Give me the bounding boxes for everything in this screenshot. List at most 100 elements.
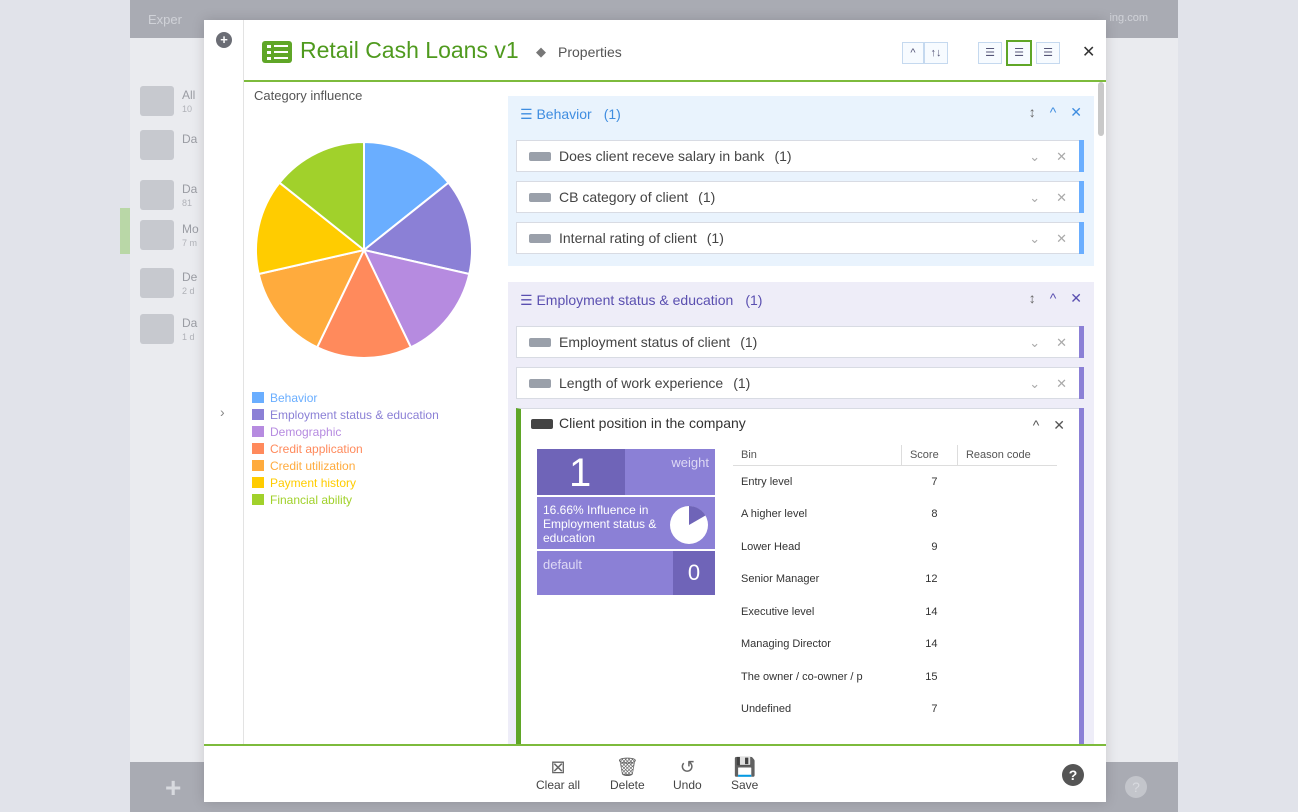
column-header-score[interactable]: Score: [900, 445, 958, 466]
reason-code-cell: [957, 661, 1057, 694]
legend-label: Demographic: [270, 425, 342, 439]
category-color-bar: [1079, 181, 1084, 213]
expand-icon[interactable]: ⌄: [1029, 376, 1040, 391]
background-right-text: ing.com: [1109, 12, 1148, 24]
category-panel-behavior: ☰ Behavior (1) ↕ ^ ✕ Does client receve sal…: [508, 96, 1094, 266]
remove-icon[interactable]: ✕: [1056, 231, 1067, 246]
background-nav-sub: 2 d: [182, 286, 195, 296]
legend-label: Financial ability: [270, 493, 353, 507]
characteristic-controls: ⌄ ✕: [1013, 231, 1067, 247]
score-cell: 7: [931, 703, 938, 716]
background-nav-title: De: [182, 270, 198, 284]
characteristic-row[interactable]: Employment status of client (1) ⌄ ✕: [516, 326, 1084, 358]
remove-icon[interactable]: ✕: [1070, 104, 1082, 120]
save-button[interactable]: 💾 Save: [731, 756, 758, 792]
expand-panel-icon[interactable]: ›: [220, 404, 225, 420]
characteristic-controls: ⌄ ✕: [1013, 376, 1067, 392]
remove-icon[interactable]: ✕: [1056, 335, 1067, 350]
category-header-employment[interactable]: ☰ Employment status & education (1): [520, 292, 762, 309]
collapse-icon[interactable]: ^: [1050, 290, 1057, 306]
expand-icon[interactable]: ⌄: [1029, 231, 1040, 246]
table-row[interactable]: Entry level 7: [733, 466, 1057, 499]
legend-label: Employment status & education: [270, 408, 439, 422]
characteristic-row[interactable]: Does client receve salary in bank (1) ⌄ ✕: [516, 140, 1084, 172]
column-header-reason-code[interactable]: Reason code: [956, 445, 1057, 466]
clear-all-label: Clear all: [536, 778, 581, 792]
score-cell: 8: [931, 508, 938, 521]
undo-button[interactable]: ↺ Undo: [673, 756, 702, 792]
view-compact-button[interactable]: ☰: [978, 42, 1002, 64]
resize-icon[interactable]: ↕: [1029, 290, 1036, 306]
table-row[interactable]: Senior Manager 12: [733, 563, 1057, 596]
background-help-icon: ?: [1125, 776, 1147, 798]
legend-item-financial-ability: Financial ability: [252, 494, 439, 511]
column-header-bin[interactable]: Bin: [733, 445, 902, 466]
delete-button[interactable]: 🗑 Delete: [610, 756, 645, 792]
remove-icon[interactable]: ✕: [1056, 190, 1067, 205]
modal-side-rail: + › 📌: [204, 20, 244, 802]
view-normal-button[interactable]: ☰: [1006, 40, 1032, 66]
background-nav-item: Da 81: [140, 176, 210, 216]
database-icon: [140, 314, 174, 344]
vertical-scrollbar[interactable]: [1098, 82, 1104, 136]
add-icon[interactable]: +: [216, 32, 232, 48]
characteristic-row[interactable]: Length of work experience (1) ⌄ ✕: [516, 367, 1084, 399]
collapse-icon[interactable]: ^: [1050, 104, 1057, 120]
table-row[interactable]: Executive level 14: [733, 596, 1057, 629]
category-header-behavior[interactable]: ☰ Behavior (1): [520, 106, 621, 123]
legend-item-demographic: Demographic: [252, 426, 439, 443]
table-row[interactable]: A higher level 8: [733, 498, 1057, 531]
scorecard-icon-line: [274, 45, 288, 47]
expand-icon[interactable]: ⌄: [1029, 335, 1040, 350]
bins-table: Bin Score Reason code Entry level 7 A hig…: [733, 445, 1057, 726]
table-row[interactable]: Lower Head 9: [733, 531, 1057, 564]
scorecard-icon: [262, 41, 292, 63]
save-label: Save: [731, 778, 759, 792]
table-row[interactable]: The owner / co-owner / p 15: [733, 661, 1057, 694]
clear-all-button[interactable]: ⊠ Clear all: [536, 756, 580, 792]
characteristic-count: (1): [706, 230, 724, 246]
default-tile[interactable]: default 0: [537, 551, 715, 595]
weight-tile[interactable]: 1 weight: [537, 449, 715, 495]
characteristic-name: Length of work experience: [559, 375, 724, 391]
remove-icon[interactable]: ✕: [1053, 417, 1065, 433]
properties-link[interactable]: Properties: [558, 44, 622, 60]
remove-icon[interactable]: ✕: [1056, 149, 1067, 164]
reason-code-cell: [957, 563, 1057, 596]
legend-item-credit-utilization: Credit utilization: [252, 460, 439, 477]
help-icon[interactable]: ?: [1062, 764, 1084, 786]
table-row[interactable]: Managing Director 14: [733, 628, 1057, 661]
background-nav-sub: 10: [182, 104, 193, 114]
category-count: (1): [603, 106, 621, 122]
hierarchy-icon: [140, 180, 174, 210]
characteristic-row[interactable]: CB category of client (1) ⌄ ✕: [516, 181, 1084, 213]
expand-icon[interactable]: ⌄: [1029, 149, 1040, 164]
expand-icon[interactable]: ⌄: [1029, 190, 1040, 205]
category-list-icon: ☰: [520, 292, 537, 308]
remove-icon[interactable]: ✕: [1070, 290, 1082, 306]
background-nav-item: De 2 d: [140, 264, 210, 304]
characteristic-row[interactable]: Internal rating of client (1) ⌄ ✕: [516, 222, 1084, 254]
sort-up-button[interactable]: ^: [902, 42, 924, 64]
background-sidebar: All 10 Da Da 81 Mo 7 m De 2 d Da 1 d: [130, 38, 210, 762]
background-right-panel: [1106, 38, 1178, 762]
characteristic-count: (1): [733, 375, 751, 391]
score-cell: 14: [925, 605, 938, 618]
legend-swatch: [252, 477, 264, 488]
resize-icon[interactable]: ↕: [1029, 104, 1036, 120]
table-row[interactable]: Undefined 7: [733, 693, 1057, 726]
reason-code-cell: [957, 531, 1057, 564]
remove-icon[interactable]: ✕: [1056, 376, 1067, 391]
sort-toggle-button[interactable]: ↑↓: [924, 42, 948, 64]
table-icon: [140, 86, 174, 116]
view-detailed-button[interactable]: ☰: [1036, 42, 1060, 64]
close-icon[interactable]: ✕: [1082, 42, 1095, 62]
collapse-icon[interactable]: ^: [1033, 417, 1040, 433]
category-color-bar: [1079, 326, 1084, 358]
page-title: Retail Cash Loans v1: [300, 37, 519, 63]
legend-item-credit-application: Credit application: [252, 443, 439, 460]
category-color-bar: [1079, 367, 1084, 399]
characteristic-name: Does client receve salary in bank: [559, 148, 765, 164]
legend-swatch: [252, 409, 264, 420]
scorecard-icon-dot: [267, 57, 271, 60]
